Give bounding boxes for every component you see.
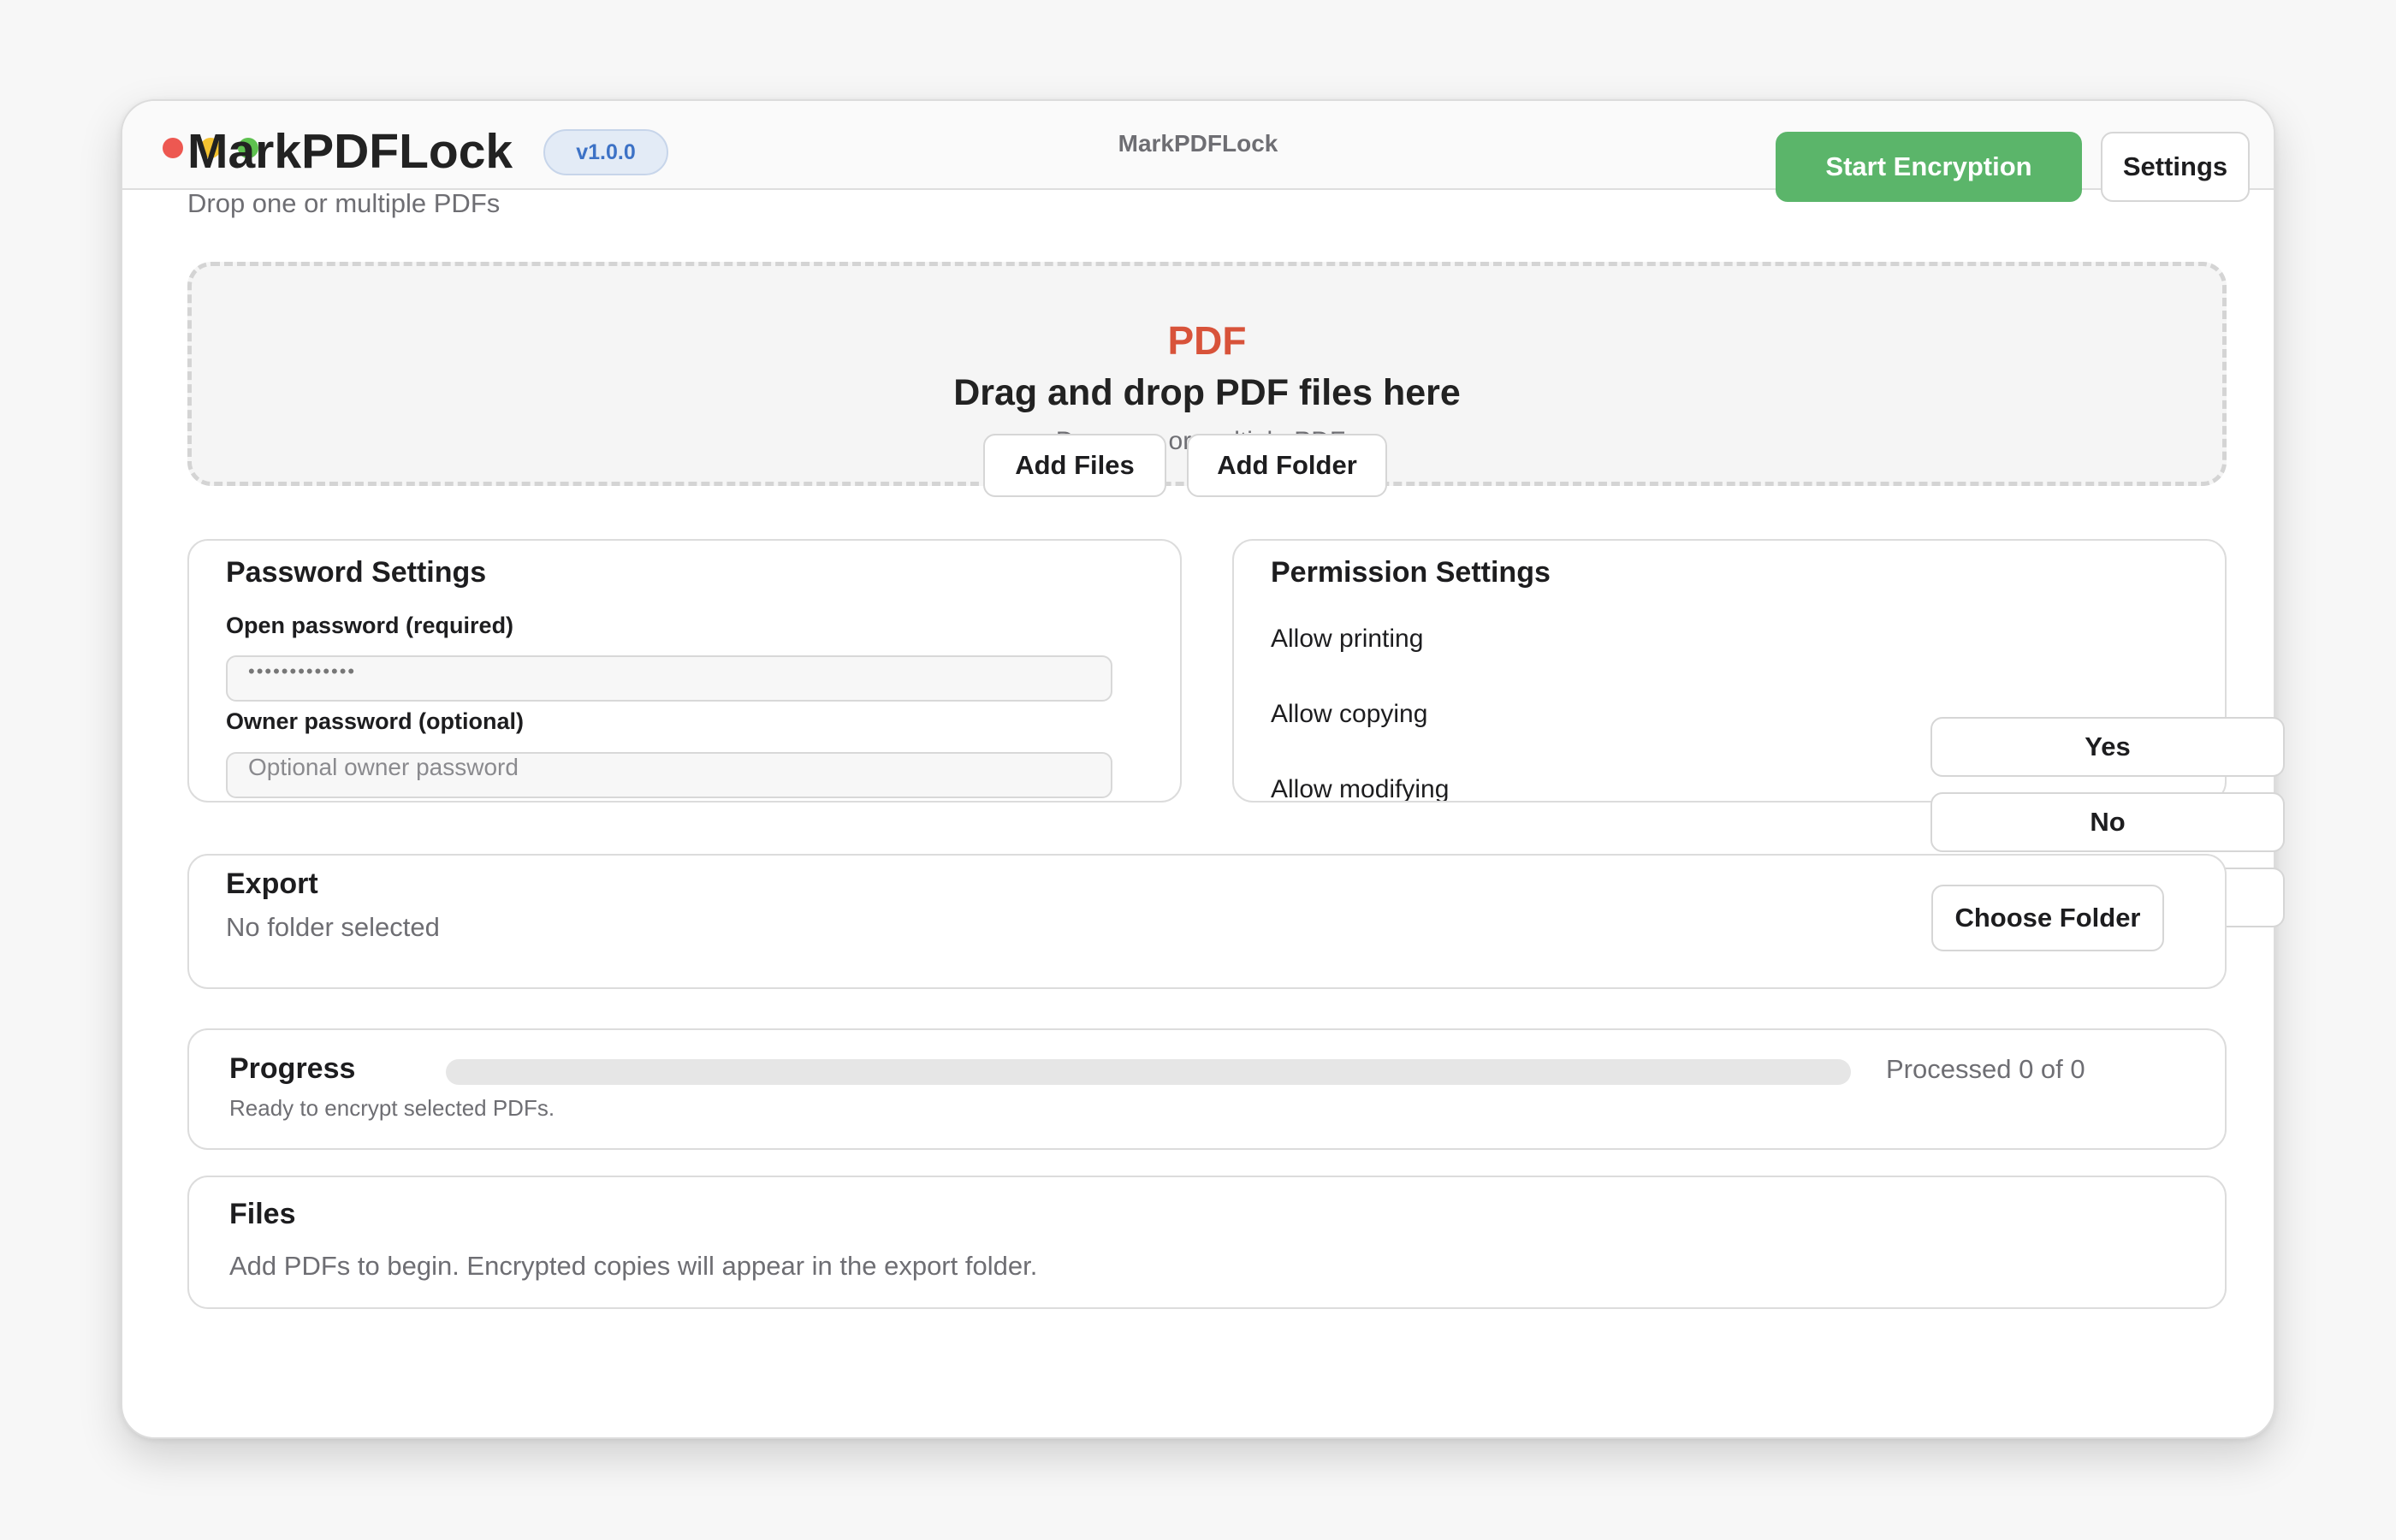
open-password-input[interactable]: •••••••••••••: [226, 655, 1112, 702]
permission-settings-title: Permission Settings: [1271, 556, 1551, 589]
progress-count: Processed 0 of 0: [1886, 1054, 2085, 1084]
files-empty-message: Add PDFs to begin. Encrypted copies will…: [229, 1251, 1038, 1281]
choose-folder-button[interactable]: Choose Folder: [1931, 885, 2164, 951]
progress-card: Progress Ready to encrypt selected PDFs.…: [187, 1028, 2227, 1150]
progress-bar: [446, 1059, 1851, 1085]
pdf-badge: PDF: [1167, 318, 1247, 363]
export-card: Export No folder selected: [187, 854, 2227, 989]
password-settings-title: Password Settings: [226, 556, 487, 589]
app-name-heading: MarkPDFLock: [187, 124, 513, 179]
owner-password-label: Owner password (optional): [226, 708, 525, 734]
allow-copying-label: Allow copying: [1271, 700, 1428, 728]
files-title: Files: [229, 1198, 296, 1230]
export-folder-status: No folder selected: [226, 912, 440, 942]
allow-printing-label: Allow printing: [1271, 625, 1424, 653]
allow-copying-select[interactable]: No: [1930, 792, 2285, 852]
password-settings-card: Password Settings Open password (require…: [187, 539, 1182, 803]
start-encryption-button[interactable]: Start Encryption: [1776, 132, 2082, 202]
open-password-label: Open password (required): [226, 613, 514, 638]
layout-root: MarkPDFLock v1.0.0 Drop one or multiple …: [121, 99, 2285, 1439]
progress-title: Progress: [229, 1052, 356, 1085]
app-subtitle: Drop one or multiple PDFs: [187, 188, 501, 218]
export-title: Export: [226, 868, 318, 900]
progress-status: Ready to encrypt selected PDFs.: [229, 1095, 555, 1121]
allow-printing-select[interactable]: Yes: [1930, 717, 2285, 777]
allow-modifying-label: Allow modifying: [1271, 775, 1450, 801]
settings-button[interactable]: Settings: [2101, 132, 2250, 202]
add-files-button[interactable]: Add Files: [983, 434, 1166, 497]
version-badge: v1.0.0: [543, 129, 668, 175]
files-card: Files Add PDFs to begin. Encrypted copie…: [187, 1176, 2227, 1309]
dropzone-title: Drag and drop PDF files here: [953, 372, 1461, 413]
add-folder-button[interactable]: Add Folder: [1187, 434, 1387, 497]
owner-password-input[interactable]: Optional owner password: [226, 752, 1112, 798]
